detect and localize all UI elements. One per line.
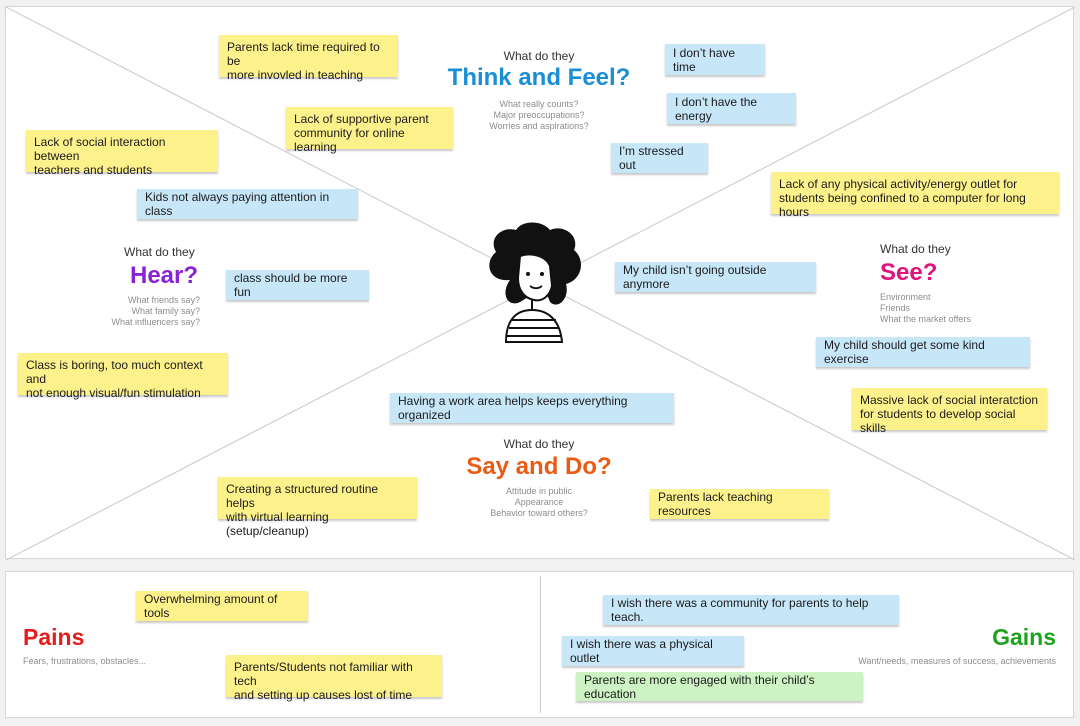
sticky-note[interactable]: Lack of social interaction between teach… [26,130,218,177]
hear-subtitles: What friends say? What family say? What … [80,295,200,328]
say-do-prompt: What do they [503,437,575,451]
sticky-note[interactable]: Parents are more engaged with their chil… [576,672,863,701]
sticky-note[interactable]: Parents lack teaching resources [650,489,829,519]
see-sub-3: What the market offers [880,314,971,324]
sticky-note[interactable]: Parents lack time required to be more in… [219,35,398,82]
think-feel-prompt: What do they [503,49,575,63]
sticky-note[interactable]: Overwhelming amount of tools [136,591,308,621]
sticky-note[interactable]: Parents/Students not familiar with tech … [226,655,442,702]
say-do-sub-1: Attitude in public [505,486,573,496]
hear-prompt: What do they [124,245,195,259]
pains-gains-divider [540,576,541,713]
think-feel-sub-2: Major preoccupations? [493,110,585,120]
think-feel-sub-3: Worries and aspirations? [489,121,589,131]
say-do-sub-2: Appearance [514,497,564,507]
hear-sub-2: What family say? [131,306,200,316]
gains-subtitle: Want/needs, measures of success, achieve… [858,656,1056,666]
say-do-title: Say and Do? [466,453,612,480]
pains-subtitle: Fears, frustrations, obstacles... [23,656,147,666]
see-sub-2: Friends [880,303,911,313]
gains-title: Gains [992,624,1056,650]
see-prompt: What do they [880,242,951,256]
sticky-note[interactable]: Creating a structured routine helps with… [218,477,417,538]
hear-sub-3: What influencers say? [111,317,200,327]
sticky-note[interactable]: I wish there was a physical outlet [562,636,744,666]
hear-title: Hear? [130,262,199,289]
see-sub-1: Environment [880,292,931,302]
say-do-subtitles: Attitude in public Appearance Behavior t… [470,486,608,519]
hear-sub-1: What friends say? [127,295,200,305]
sticky-note[interactable]: Lack of any physical activity/energy out… [771,172,1059,219]
person-avatar-icon [489,222,581,343]
sticky-note[interactable]: I’m stressed out [611,143,708,173]
sticky-note[interactable]: Lack of supportive parent community for … [286,107,453,154]
sticky-note[interactable]: I wish there was a community for parents… [603,595,899,625]
think-feel-subtitles: What really counts? Major preoccupations… [470,99,608,132]
see-title: See? [880,259,938,286]
sticky-note[interactable]: Class is boring, too much context and no… [18,353,228,400]
sticky-note[interactable]: I don’t have the energy [667,93,796,124]
sticky-note[interactable]: Having a work area helps keeps everythin… [390,393,674,423]
sticky-note[interactable]: class should be more fun [226,270,369,300]
sticky-note[interactable]: My child should get some kind exercise [816,337,1030,367]
sticky-note[interactable]: My child isn’t going outside anymore [615,262,816,292]
sticky-note[interactable]: Massive lack of social interatction for … [852,388,1047,435]
sticky-note[interactable]: I don’t have time [665,44,765,75]
see-subtitles: Environment Friends What the market offe… [880,292,1010,325]
pains-title: Pains [23,624,85,650]
say-do-sub-3: Behavior toward others? [490,508,588,518]
think-feel-title: Think and Feel? [447,64,631,91]
think-feel-sub-1: What really counts? [499,99,579,109]
sticky-note[interactable]: Kids not always paying attention in clas… [137,189,358,219]
